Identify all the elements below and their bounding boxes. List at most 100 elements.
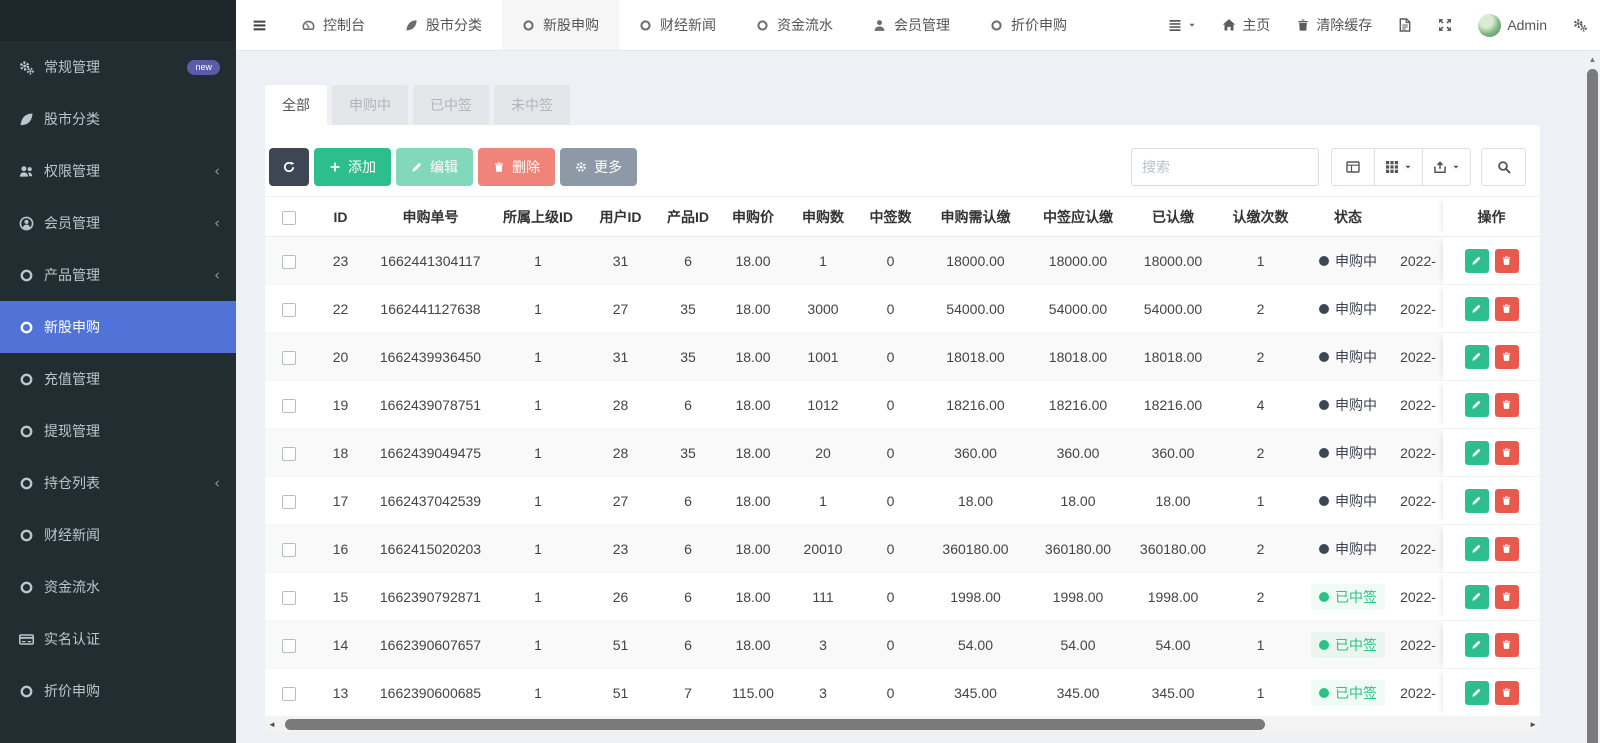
row-checkbox[interactable] [282, 255, 296, 269]
nav-user-menu[interactable]: Admin [1465, 0, 1560, 50]
pencil-icon [1471, 303, 1482, 314]
sidebar-item-fund-flow[interactable]: 资金流水 [0, 561, 236, 613]
row-edit-button[interactable] [1465, 345, 1489, 369]
cell-parent_id: 1 [493, 589, 583, 605]
scroll-up-arrow[interactable]: ▲ [1585, 55, 1600, 64]
nav-fullscreen-button[interactable] [1425, 0, 1465, 50]
nav-market-category[interactable]: 股市分类 [385, 0, 502, 50]
cell-date: 2022- [1393, 493, 1443, 509]
sidebar-item-discount[interactable]: 折价申购 [0, 665, 236, 717]
sidebar-toggle-button[interactable] [236, 0, 282, 50]
row-delete-button[interactable] [1495, 585, 1519, 609]
sidebar-item-label: 新股申购 [44, 317, 100, 337]
sidebar-item-positions[interactable]: 持仓列表 [0, 457, 236, 509]
select-all-checkbox[interactable] [282, 211, 296, 225]
row-delete-button[interactable] [1495, 441, 1519, 465]
refresh-icon [283, 161, 295, 173]
cell-price: 18.00 [718, 253, 788, 269]
nav-home[interactable]: 主页 [1209, 0, 1283, 50]
export-button[interactable] [1423, 148, 1471, 186]
tab-won[interactable]: 已中签 [413, 85, 489, 125]
sidebar-item-withdraw[interactable]: 提现管理 [0, 405, 236, 457]
refresh-button[interactable] [269, 148, 309, 186]
row-checkbox[interactable] [282, 543, 296, 557]
cell-status: 申购中 [1303, 248, 1393, 274]
row-delete-button[interactable] [1495, 297, 1519, 321]
toggle-view-button[interactable] [1331, 148, 1375, 186]
nav-language-button[interactable] [1385, 0, 1425, 50]
columns-button[interactable] [1375, 148, 1423, 186]
row-edit-button[interactable] [1465, 393, 1489, 417]
row-edit-button[interactable] [1465, 633, 1489, 657]
row-delete-button[interactable] [1495, 681, 1519, 705]
nav-dashboard[interactable]: 控制台 [282, 0, 385, 50]
row-delete-button[interactable] [1495, 489, 1519, 513]
tab-all[interactable]: 全部 [265, 85, 327, 125]
scroll-right-arrow[interactable]: ► [1529, 717, 1537, 732]
sidebar-item-members[interactable]: 会员管理 [0, 197, 236, 249]
nav-members[interactable]: 会员管理 [853, 0, 970, 50]
cell-product_id: 6 [658, 541, 718, 557]
sidebar-item-permissions[interactable]: 权限管理 [0, 145, 236, 197]
export-icon [1433, 160, 1447, 174]
sidebar-item-finance-news[interactable]: 财经新闻 [0, 509, 236, 561]
row-delete-button[interactable] [1495, 633, 1519, 657]
chevron-left-icon [213, 167, 222, 176]
horizontal-scrollbar[interactable]: ◄ ► [265, 717, 1540, 732]
tab-not-won[interactable]: 未中签 [494, 85, 570, 125]
cell-date: 2022- [1393, 253, 1443, 269]
row-edit-button[interactable] [1465, 297, 1489, 321]
trash-icon [1501, 687, 1512, 698]
search-input[interactable] [1131, 148, 1319, 186]
row-checkbox[interactable] [282, 351, 296, 365]
row-checkbox[interactable] [282, 399, 296, 413]
row-checkbox[interactable] [282, 591, 296, 605]
tab-pending[interactable]: 申购中 [332, 85, 408, 125]
row-edit-button[interactable] [1465, 249, 1489, 273]
cell-win_qty: 0 [858, 685, 923, 701]
nav-settings-button[interactable] [1560, 0, 1600, 50]
nav-fund-flow[interactable]: 资金流水 [736, 0, 853, 50]
sidebar-item-recharge[interactable]: 充值管理 [0, 353, 236, 405]
row-delete-button[interactable] [1495, 537, 1519, 561]
row-delete-button[interactable] [1495, 345, 1519, 369]
topnav-right: 主页 清除缓存 Admin [1155, 0, 1600, 50]
sidebar-item-products[interactable]: 产品管理 [0, 249, 236, 301]
row-edit-button[interactable] [1465, 585, 1489, 609]
horizontal-scrollbar-thumb[interactable] [285, 719, 1265, 730]
row-delete-button[interactable] [1495, 393, 1519, 417]
sidebar-item-general[interactable]: 常规管理new [0, 41, 236, 93]
row-checkbox[interactable] [282, 495, 296, 509]
row-checkbox[interactable] [282, 303, 296, 317]
nav-new-stock[interactable]: 新股申购 [502, 0, 619, 50]
nav-list-dropdown[interactable] [1155, 0, 1209, 50]
nav-discount[interactable]: 折价申购 [970, 0, 1087, 50]
row-edit-button[interactable] [1465, 681, 1489, 705]
search-button[interactable] [1481, 148, 1526, 186]
vertical-scrollbar[interactable]: ▲ [1585, 53, 1600, 743]
cell-parent_id: 1 [493, 493, 583, 509]
nav-finance-news[interactable]: 财经新闻 [619, 0, 736, 50]
row-edit-button[interactable] [1465, 441, 1489, 465]
cell-order_no: 1662439078751 [368, 397, 493, 413]
vertical-scrollbar-thumb[interactable] [1587, 69, 1598, 743]
row-checkbox[interactable] [282, 639, 296, 653]
row-checkbox[interactable] [282, 687, 296, 701]
row-edit-button[interactable] [1465, 489, 1489, 513]
sidebar-item-label: 折价申购 [44, 681, 100, 701]
row-edit-button[interactable] [1465, 537, 1489, 561]
sidebar-item-market-category[interactable]: 股市分类 [0, 93, 236, 145]
sidebar-item-new-stock[interactable]: 新股申购 [0, 301, 236, 353]
row-checkbox[interactable] [282, 447, 296, 461]
sidebar-item-real-name[interactable]: 实名认证 [0, 613, 236, 665]
scroll-left-arrow[interactable]: ◄ [268, 717, 276, 732]
delete-button[interactable]: 删除 [478, 148, 555, 186]
chevron-left-icon [213, 479, 222, 488]
cell-win_qty: 0 [858, 397, 923, 413]
nav-clear-cache[interactable]: 清除缓存 [1283, 0, 1385, 50]
more-button[interactable]: 更多 [560, 148, 637, 186]
add-button[interactable]: 添加 [314, 148, 391, 186]
row-delete-button[interactable] [1495, 249, 1519, 273]
edit-button[interactable]: 编辑 [396, 148, 473, 186]
cell-win_paid: 54000.00 [1028, 301, 1128, 317]
